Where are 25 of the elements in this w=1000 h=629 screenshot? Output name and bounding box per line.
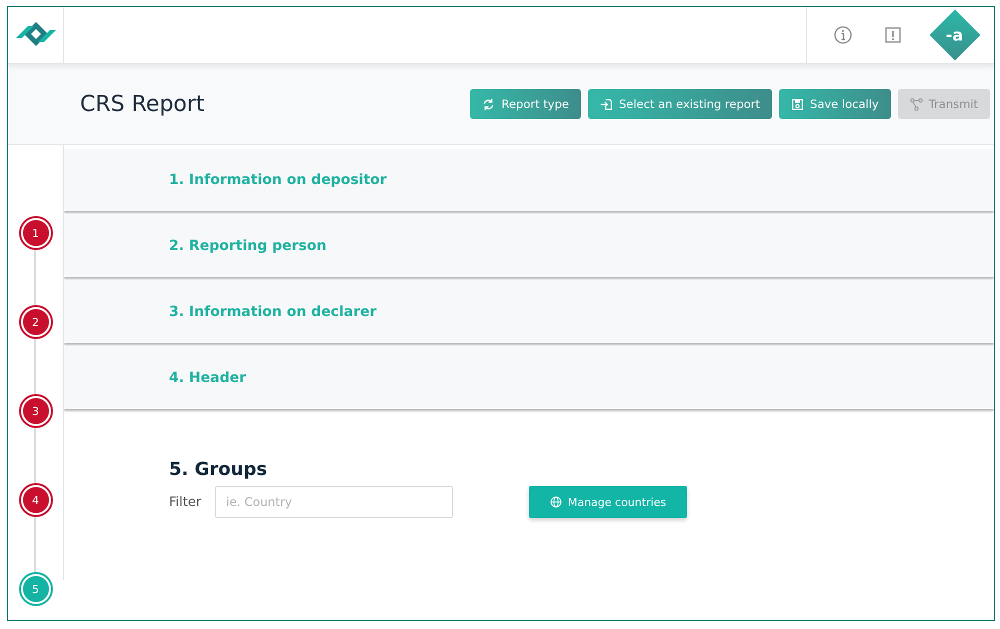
manage-countries-button[interactable]: Manage countries: [529, 486, 687, 518]
network-icon: [910, 98, 923, 110]
section-panel[interactable]: 3. Information on declarer: [64, 281, 994, 343]
page-title: CRS Report: [80, 92, 206, 116]
globe-icon: [550, 496, 562, 508]
section-panel[interactable]: 1. Information on depositor: [64, 149, 994, 211]
filter-field[interactable]: ie. Country: [215, 486, 453, 518]
avatar-initials: -a: [946, 26, 964, 44]
toolbar-button[interactable]: Save locally: [779, 89, 891, 119]
toolbar-button[interactable]: Report type: [470, 89, 581, 119]
file-import-icon: [600, 98, 613, 110]
user-avatar[interactable]: -a: [930, 10, 980, 60]
section-heading: 5. Groups: [169, 459, 268, 480]
alert-icon[interactable]: [883, 25, 903, 45]
step-indicator[interactable]: 3: [20, 396, 50, 426]
step-indicator[interactable]: 2: [20, 307, 50, 337]
toolbar-button[interactable]: Select an existing report: [588, 89, 772, 119]
section-panel[interactable]: 4. Header: [64, 347, 994, 409]
refresh-icon: [482, 98, 496, 110]
info-icon[interactable]: [833, 25, 853, 45]
step-indicator[interactable]: 5: [20, 574, 50, 604]
filter-label: Filter: [169, 494, 202, 510]
section-panel[interactable]: 2. Reporting person: [64, 215, 994, 277]
step-indicator[interactable]: 1: [20, 218, 50, 248]
step-indicator[interactable]: 4: [20, 485, 50, 515]
